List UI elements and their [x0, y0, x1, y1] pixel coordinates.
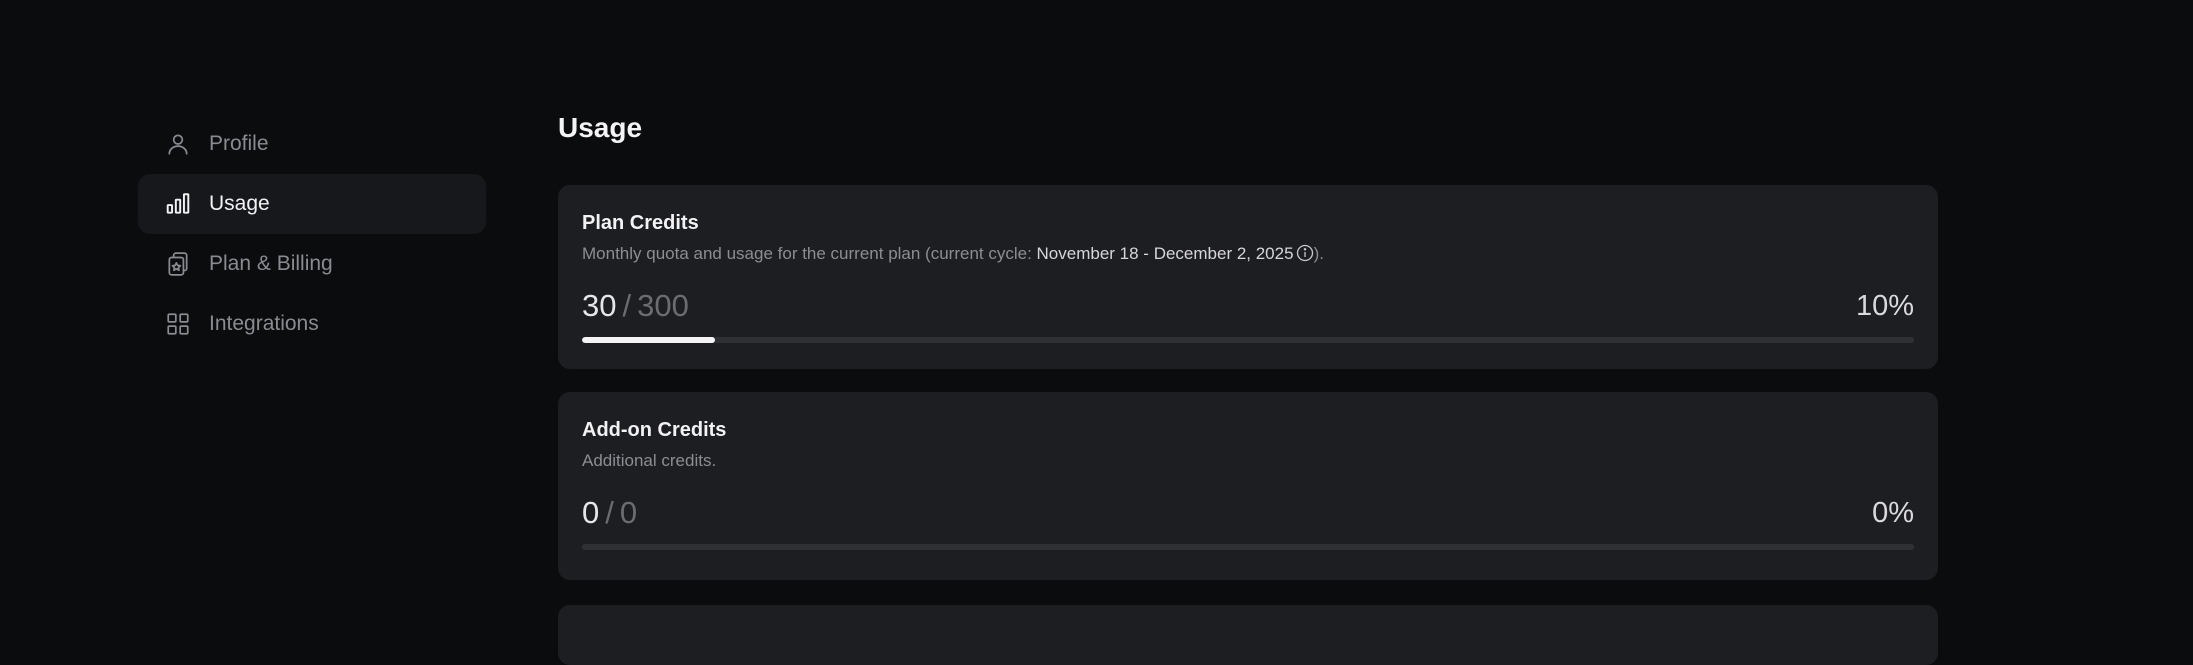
credits-used: 30	[582, 288, 617, 323]
sidebar-item-label: Plan & Billing	[209, 252, 333, 275]
current-cycle-dates: November 18 - December 2, 2025	[1036, 244, 1294, 263]
desc-suffix: ).	[1313, 244, 1324, 263]
card-title: Plan Credits	[582, 212, 699, 234]
desc-prefix: Monthly quota and usage for the current …	[582, 244, 1037, 263]
sidebar-item-label: Integrations	[209, 312, 319, 335]
user-icon	[165, 131, 191, 157]
credits-total: 300	[637, 288, 689, 323]
credits-count: 30/300	[582, 287, 689, 325]
addon-credits-card: Add-on Credits Additional credits. 0/0 0…	[558, 392, 1938, 580]
settings-sidebar: Profile Usage Plan & Billing Integration…	[138, 114, 486, 354]
sidebar-item-label: Usage	[209, 192, 270, 215]
sidebar-item-plan-billing[interactable]: Plan & Billing	[138, 234, 486, 294]
main-content: Usage Plan Credits Monthly quota and usa…	[558, 108, 1938, 665]
progress-bar	[582, 337, 1914, 343]
credits-used: 0	[582, 495, 600, 530]
credits-stat-row: 30/300 10%	[582, 287, 1914, 325]
sidebar-item-integrations[interactable]: Integrations	[138, 294, 486, 354]
credits-count: 0/0	[582, 494, 637, 532]
info-icon[interactable]	[1296, 244, 1314, 262]
card-description: Monthly quota and usage for the current …	[582, 243, 1914, 265]
bar-chart-icon	[165, 191, 191, 217]
credits-separator: /	[605, 495, 614, 530]
sidebar-item-usage[interactable]: Usage	[138, 174, 486, 234]
credits-percent: 10%	[1855, 290, 1914, 322]
card-title: Add-on Credits	[582, 419, 727, 441]
card-description: Additional credits.	[582, 451, 717, 470]
billing-icon	[165, 251, 191, 277]
grid-icon	[165, 311, 191, 337]
next-card-partial	[558, 605, 1938, 665]
sidebar-item-profile[interactable]: Profile	[138, 114, 486, 174]
progress-bar	[582, 544, 1914, 550]
progress-bar-fill	[582, 337, 716, 343]
sidebar-item-label: Profile	[209, 132, 269, 155]
credits-total: 0	[619, 495, 638, 530]
credits-stat-row: 0/0 0%	[582, 494, 1914, 532]
page-title: Usage	[558, 112, 643, 143]
credits-separator: /	[622, 288, 632, 323]
credits-percent: 0%	[1872, 497, 1914, 529]
plan-credits-card: Plan Credits Monthly quota and usage for…	[558, 185, 1938, 369]
